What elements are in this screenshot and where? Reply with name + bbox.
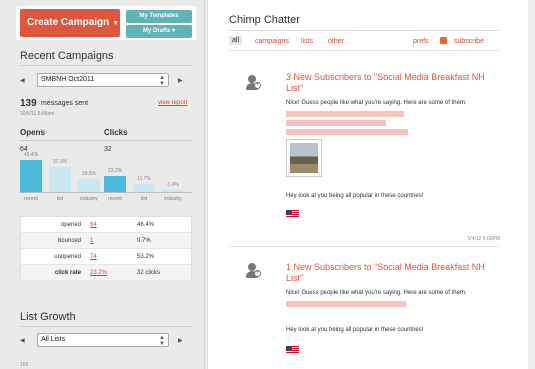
subscriber-email [286, 111, 404, 117]
clicks-count: 32 [104, 146, 112, 153]
bar-category-label: industry [164, 196, 182, 202]
bar-category-label: industry [80, 196, 98, 202]
bar-category-label: recent [24, 196, 38, 202]
list-select[interactable]: All Lists ▲ ▼ [37, 333, 169, 347]
new-subscriber-icon: + [246, 263, 261, 279]
bars-baseline [20, 192, 192, 193]
bar-value-label: 11.7% [137, 176, 151, 182]
next-list-icon[interactable]: ▶ [178, 337, 183, 344]
subscriber-email [286, 120, 386, 126]
subscriber-thumbnail[interactable] [286, 139, 322, 177]
stat-value: 46.4% [137, 222, 155, 228]
filter-lists[interactable]: lists [301, 38, 313, 45]
table-row: opened 64 46.4% [21, 217, 191, 233]
prefs-link[interactable]: prefs [413, 38, 429, 45]
bar-opens-list [49, 167, 71, 192]
bar-clicks-recent [104, 176, 126, 192]
countries-text: Hey look at you being all popular in the… [286, 193, 424, 199]
opens-heading: Opens [20, 128, 45, 137]
bar-value-label: 46.4% [23, 152, 39, 158]
select-arrows-icon: ▲ ▼ [159, 335, 165, 347]
bar-value-label: 23.2% [107, 168, 123, 174]
campaign-select[interactable]: SMBNH Oct2011 ▲ ▼ [37, 73, 169, 87]
chimp-chatter-panel: Chimp Chatter all campaigns lists other … [207, 0, 528, 369]
post-title[interactable]: 1 New Subscribers to "Social Media Break… [286, 262, 501, 284]
post-title[interactable]: 3 New Subscribers to "Social Media Break… [286, 72, 501, 94]
divider [20, 326, 192, 327]
view-report-link[interactable]: view report [158, 100, 187, 106]
stats-table: opened 64 46.4% bounced 1 0.7% unopened 74 53.2%… [20, 216, 192, 281]
campaign-button-bar: Create Campaign ▼ My Templates My Drafts … [16, 6, 196, 40]
bar-clicks-list [133, 184, 155, 192]
stat-value: 32 clicks [137, 270, 161, 276]
stat-label: bounced [57, 238, 81, 244]
chimp-chatter-title: Chimp Chatter [229, 14, 300, 26]
my-templates-button[interactable]: My Templates [126, 10, 192, 23]
countries-text: Hey look at you being all popular in the… [286, 327, 424, 333]
subscribe-link[interactable]: subscribe [454, 38, 484, 45]
bar-opens-recent [20, 160, 42, 192]
subscriber-email [286, 301, 406, 307]
bar-category-label: list [140, 196, 148, 202]
bar-category-label: recent [108, 196, 122, 202]
divider [20, 140, 192, 141]
list-select-value: All Lists [41, 336, 66, 343]
sidebar: Create Campaign ▼ My Templates My Drafts … [0, 0, 205, 369]
stat-count-link[interactable]: 1 [90, 233, 93, 249]
recent-campaigns-title: Recent Campaigns [20, 50, 114, 62]
filter-all[interactable]: all [229, 36, 243, 45]
bar-value-label: 3.4% [167, 182, 179, 188]
list-growth-title: List Growth [20, 311, 76, 323]
post-intro: Nice! Guess people like what you're sayi… [286, 100, 467, 106]
campaign-select-value: SMBNH Oct2011 [41, 76, 95, 83]
messages-sent-count: 139 [20, 98, 37, 109]
rss-icon[interactable] [440, 37, 447, 44]
divider [229, 50, 499, 51]
chevron-down-icon: ▼ [112, 20, 120, 27]
bar-value-label: 37.3% [52, 159, 68, 165]
post-date: 1/4/12 5:00PM [467, 236, 500, 242]
us-flag-icon [286, 346, 299, 354]
divider [229, 30, 499, 31]
bar-opens-industry [78, 179, 100, 192]
stat-count-link[interactable]: 64 [90, 217, 97, 233]
stat-count-link[interactable]: 23.2% [90, 265, 107, 281]
bar-category-label: list [56, 196, 64, 202]
post-intro: Nice! Guess people like what you're sayi… [286, 290, 467, 296]
my-drafts-button[interactable]: My Drafts ▾ [126, 25, 192, 38]
previous-list-icon[interactable]: ◀ [20, 337, 25, 344]
create-campaign-button[interactable]: Create Campaign ▼ [20, 9, 120, 37]
stat-count-link[interactable]: 74 [90, 249, 97, 265]
divider [20, 65, 192, 66]
create-campaign-label: Create Campaign [27, 17, 110, 28]
new-subscriber-icon: + [246, 75, 261, 91]
stat-label: opened [60, 222, 81, 228]
table-row: click rate 23.2% 32 clicks [21, 265, 191, 281]
table-row: unopened 74 53.2% [21, 249, 191, 265]
us-flag-icon [286, 210, 299, 218]
filter-other[interactable]: other [328, 38, 344, 45]
select-arrows-icon: ▲ ▼ [159, 75, 165, 87]
bar-value-label: 19.8% [81, 171, 97, 177]
stat-label: click rate [54, 270, 81, 276]
clicks-heading: Clicks [104, 128, 128, 137]
growth-axis-label: 160 [20, 362, 29, 368]
stat-label: unopened [54, 254, 81, 260]
stat-value: 0.7% [137, 238, 151, 244]
sent-date: 10/5/11 6:06am [20, 111, 55, 117]
previous-campaign-icon[interactable]: ◀ [20, 77, 25, 84]
subscriber-email [286, 129, 408, 135]
messages-sent-label: messages sent [41, 100, 89, 107]
next-campaign-icon[interactable]: ▶ [178, 77, 183, 84]
table-row: bounced 1 0.7% [21, 233, 191, 249]
filter-campaigns[interactable]: campaigns [255, 38, 289, 45]
divider [229, 246, 499, 247]
stat-value: 53.2% [137, 254, 155, 260]
